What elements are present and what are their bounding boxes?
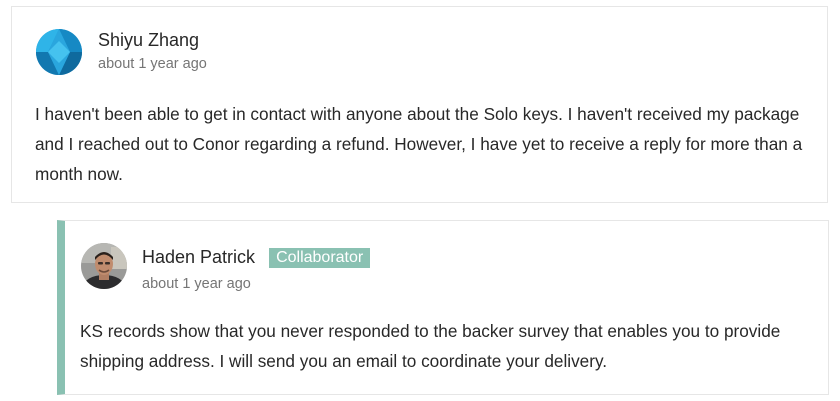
comments-thread: Shiyu Zhang about 1 year ago I haven't b… bbox=[0, 0, 840, 401]
reply-card: Haden Patrick Collaborator about 1 year … bbox=[57, 220, 829, 395]
collaborator-badge: Collaborator bbox=[269, 247, 371, 268]
comment-card: Shiyu Zhang about 1 year ago I haven't b… bbox=[11, 6, 828, 203]
reply-body: KS records show that you never responded… bbox=[80, 321, 781, 371]
comment-body: I haven't been able to get in contact wi… bbox=[35, 104, 803, 184]
avatar[interactable] bbox=[36, 29, 82, 75]
blue-faceted-avatar-icon bbox=[36, 29, 82, 75]
comment-author[interactable]: Shiyu Zhang bbox=[98, 30, 199, 51]
reply-author[interactable]: Haden Patrick bbox=[142, 247, 255, 268]
comment-timestamp[interactable]: about 1 year ago bbox=[98, 56, 207, 72]
avatar[interactable] bbox=[81, 243, 127, 289]
person-photo-avatar-icon bbox=[81, 243, 127, 289]
reply-author-row: Haden Patrick Collaborator bbox=[142, 247, 371, 268]
reply-timestamp[interactable]: about 1 year ago bbox=[142, 276, 251, 292]
